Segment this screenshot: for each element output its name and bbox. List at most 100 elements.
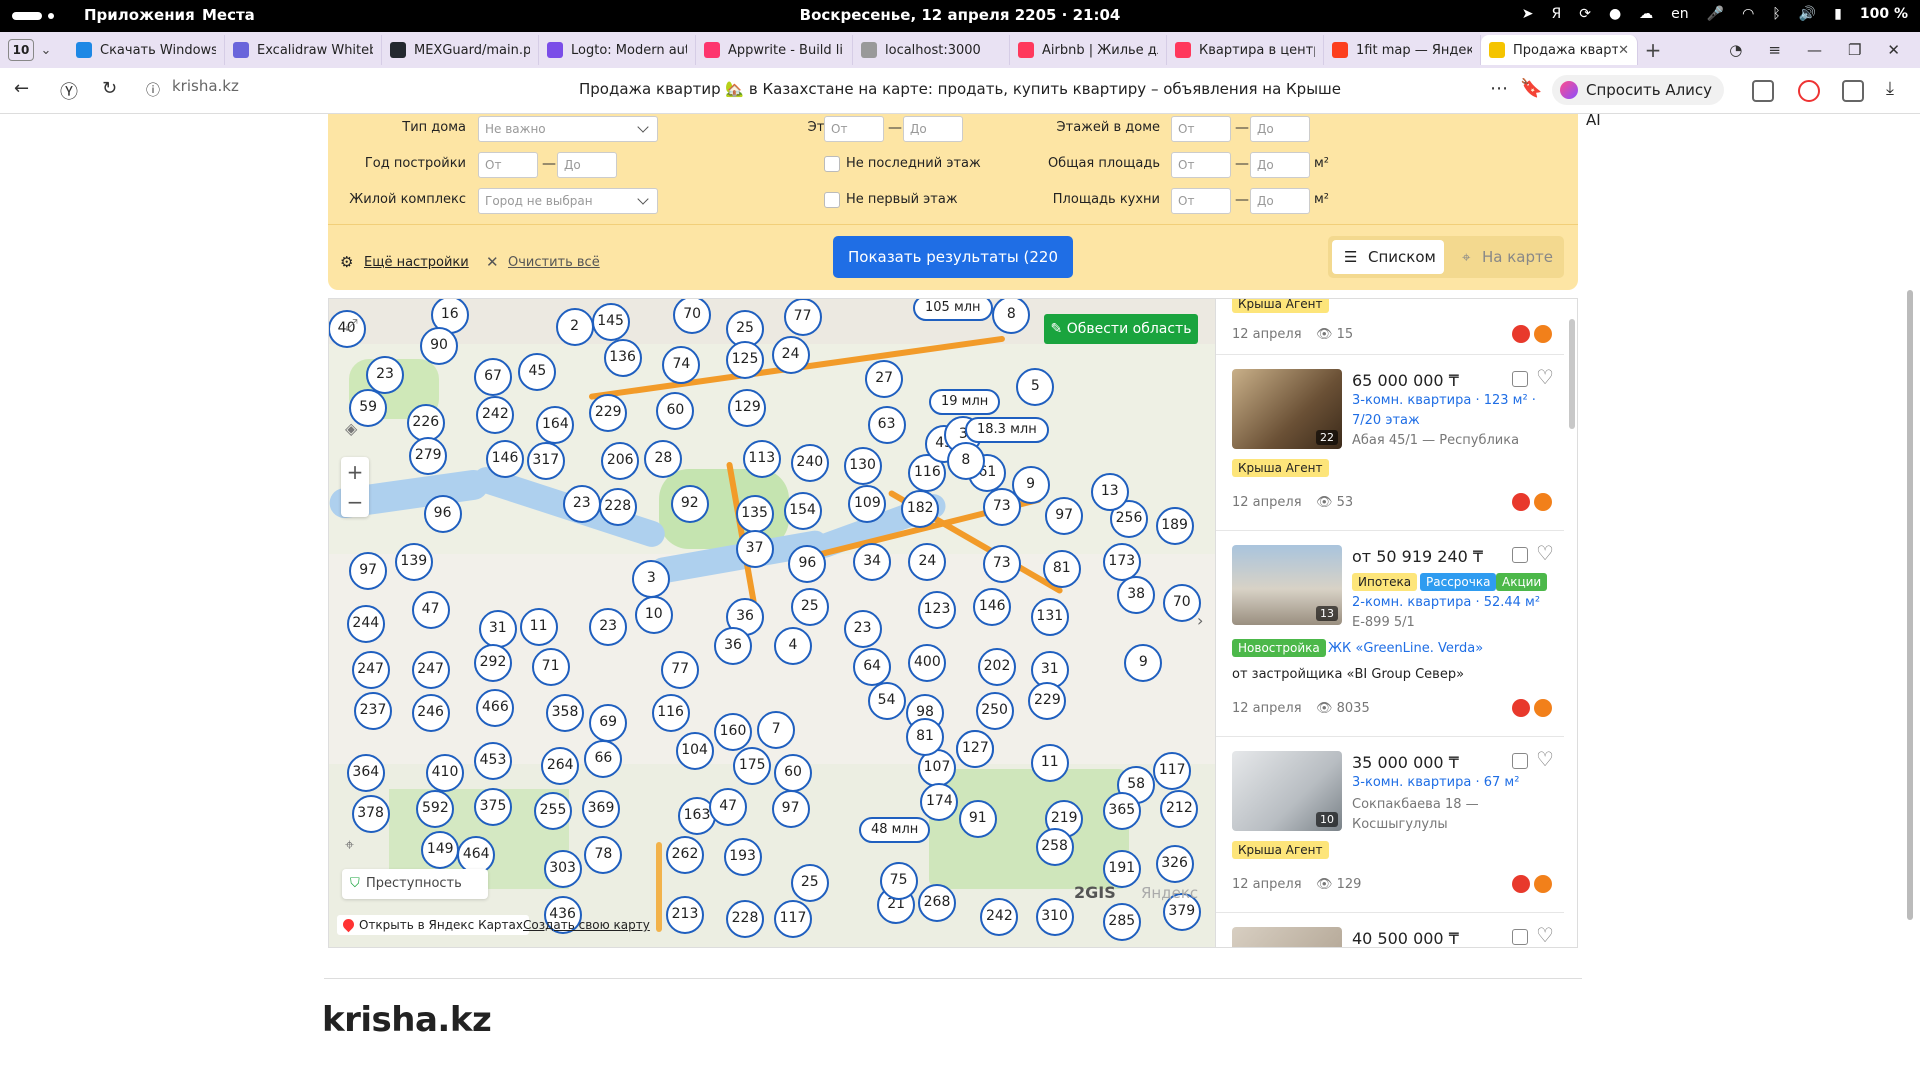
map-cluster-marker[interactable]: 24 <box>908 542 947 581</box>
map-cluster-marker[interactable]: 400 <box>908 643 947 682</box>
map-cluster-marker[interactable]: 36 <box>714 626 752 665</box>
browser-tab[interactable]: 1fit map — Яндекс <box>1324 35 1481 65</box>
battery-icon[interactable]: ▮ <box>1834 6 1842 22</box>
bookmark-icon[interactable]: 🔖 <box>1520 78 1542 99</box>
map-cluster-marker[interactable]: 240 <box>790 444 829 483</box>
map-cluster-marker[interactable]: 11 <box>1030 744 1069 783</box>
map-cluster-marker[interactable]: 464 <box>457 835 496 874</box>
zoom-in-button[interactable]: + <box>341 457 369 487</box>
crime-layer-button[interactable]: ⛉ Преступность <box>342 869 488 899</box>
volume-icon[interactable]: 🔊 <box>1799 6 1816 22</box>
wifi-icon[interactable]: ◠ <box>1742 6 1754 22</box>
map-cluster-marker[interactable]: 8 <box>992 299 1031 334</box>
map-cluster-marker[interactable]: 244 <box>346 605 385 644</box>
map-cluster-marker[interactable]: 226 <box>406 403 445 442</box>
map-cluster-marker[interactable]: 189 <box>1155 506 1194 545</box>
map-price-pin[interactable]: 19 млн <box>929 389 1001 415</box>
note-icon[interactable] <box>1512 547 1528 563</box>
map-cluster-marker[interactable]: 136 <box>603 338 642 377</box>
browser-tab[interactable]: Appwrite - Build li <box>696 35 853 65</box>
yandex-browser-icon[interactable]: Ⓨ <box>60 78 78 104</box>
zoom-out-button[interactable]: − <box>341 487 369 517</box>
map-cluster-marker[interactable]: 149 <box>421 830 460 869</box>
map-cluster-marker[interactable]: 326 <box>1155 845 1194 884</box>
map-cluster-marker[interactable]: 24 <box>771 336 810 375</box>
open-yandex-maps-link[interactable]: Открыть в Яндекс Картах <box>337 915 529 935</box>
map-cluster-marker[interactable]: 3 <box>632 559 671 598</box>
maximize-icon[interactable]: ❐ <box>1848 41 1861 59</box>
browser-tab[interactable]: Excalidraw Whiteb <box>225 35 382 65</box>
map-cluster-marker[interactable]: 154 <box>783 492 822 531</box>
house-type-select[interactable]: Не важно <box>478 116 658 142</box>
map-cluster-marker[interactable]: 5 <box>1016 367 1055 406</box>
cloud-icon[interactable]: ☁ <box>1639 6 1653 22</box>
listing-card[interactable]: 40 500 000 ₸ ♡ <box>1216 913 1564 947</box>
listing-params[interactable]: 3-комн. квартира · 67 м² <box>1352 773 1560 793</box>
map-cluster-marker[interactable]: 125 <box>726 341 764 380</box>
page-scrollbar[interactable] <box>1907 290 1913 920</box>
map-cluster-marker[interactable]: 70 <box>1162 583 1201 622</box>
map-cluster-marker[interactable]: 13 <box>1090 473 1129 512</box>
map-cluster-marker[interactable]: 90 <box>420 326 458 365</box>
map-cluster-marker[interactable]: 67 <box>474 358 512 396</box>
telegram-icon[interactable]: ➤ <box>1522 6 1534 22</box>
note-icon[interactable] <box>1512 371 1528 387</box>
map-cluster-marker[interactable]: 310 <box>1035 898 1074 936</box>
listing-photo[interactable]: 13 <box>1232 545 1342 625</box>
browser-tab[interactable]: Logto: Modern aut <box>539 35 696 65</box>
listing-params[interactable]: 3-комн. квартира · 123 м² · 7/20 этаж <box>1352 391 1560 431</box>
map-cluster-marker[interactable]: 113 <box>742 439 781 478</box>
map-price-pin[interactable]: 48 млн <box>859 817 931 843</box>
places-menu[interactable]: Места <box>202 6 255 24</box>
listings-scrollbar[interactable] <box>1569 319 1575 429</box>
map-cluster-marker[interactable]: 364 <box>346 754 385 792</box>
map-cluster-marker[interactable]: 28 <box>644 439 683 478</box>
map-cluster-marker[interactable]: 206 <box>601 442 640 480</box>
map-cluster-marker[interactable]: 173 <box>1102 542 1141 581</box>
close-icon[interactable]: ✕ <box>1887 41 1900 59</box>
minimize-icon[interactable]: — <box>1807 41 1822 59</box>
map-cluster-marker[interactable]: 262 <box>666 835 704 874</box>
layers-icon[interactable]: ◈ <box>345 419 357 438</box>
listing-card[interactable]: 10 35 000 000 ₸ ♡ 3-комн. квартира · 67 … <box>1216 737 1564 913</box>
map-cluster-marker[interactable]: 73 <box>982 545 1021 584</box>
map-cluster-marker[interactable]: 34 <box>853 542 892 581</box>
map-cluster-marker[interactable]: 213 <box>666 895 704 934</box>
area-from-input[interactable]: От <box>1171 152 1231 178</box>
map-cluster-marker[interactable]: 229 <box>589 394 628 432</box>
map-cluster-marker[interactable]: 365 <box>1102 792 1141 831</box>
listing-photo[interactable]: 22 <box>1232 369 1342 449</box>
tab-count-button[interactable]: 10 <box>8 39 34 61</box>
map-cluster-marker[interactable]: 258 <box>1035 828 1074 867</box>
map-cluster-marker[interactable]: 23 <box>366 355 404 394</box>
sync-icon[interactable]: ⟳ <box>1579 6 1591 22</box>
map-cluster-marker[interactable]: 23 <box>589 607 628 646</box>
map-cluster-marker[interactable]: 81 <box>1042 550 1081 588</box>
listing-card[interactable]: 22 65 000 000 ₸ ♡ 3-комн. квартира · 123… <box>1216 355 1564 531</box>
chevron-down-icon[interactable]: ⌄ <box>34 43 58 58</box>
map-cluster-marker[interactable]: 182 <box>901 490 940 528</box>
browser-tab[interactable]: Скачать Windows <box>68 35 225 65</box>
site-logo[interactable]: krisha.kz <box>322 1000 492 1040</box>
browser-tab[interactable]: Airbnb | Жилье дл <box>1010 35 1167 65</box>
map-cluster-marker[interactable]: 317 <box>526 442 565 480</box>
listing-photo[interactable] <box>1232 927 1342 947</box>
profile-icon[interactable]: ◔ <box>1729 41 1742 59</box>
back-icon[interactable]: ← <box>14 78 29 99</box>
map-cluster-marker[interactable]: 4 <box>774 626 812 665</box>
map-cluster-marker[interactable]: 303 <box>543 850 582 888</box>
kitchen-to-input[interactable]: До <box>1250 188 1310 214</box>
map-price-pin[interactable]: 105 млн <box>913 299 993 321</box>
map-cluster-marker[interactable]: 70 <box>673 299 712 334</box>
record-icon[interactable]: ● <box>1609 6 1621 22</box>
map-cluster-marker[interactable]: 285 <box>1102 902 1141 941</box>
map-cluster-marker[interactable]: 358 <box>546 694 584 732</box>
fullscreen-icon[interactable]: ⤢ <box>345 315 358 335</box>
map-cluster-marker[interactable]: 73 <box>982 487 1021 526</box>
map-cluster-marker[interactable]: 130 <box>843 446 882 485</box>
map-cluster-marker[interactable]: 25 <box>790 588 829 627</box>
map-cluster-marker[interactable]: 292 <box>474 643 512 682</box>
map-cluster-marker[interactable]: 71 <box>531 648 570 687</box>
not-last-floor-checkbox[interactable] <box>824 156 840 172</box>
favorite-heart-icon[interactable]: ♡ <box>1536 747 1554 771</box>
